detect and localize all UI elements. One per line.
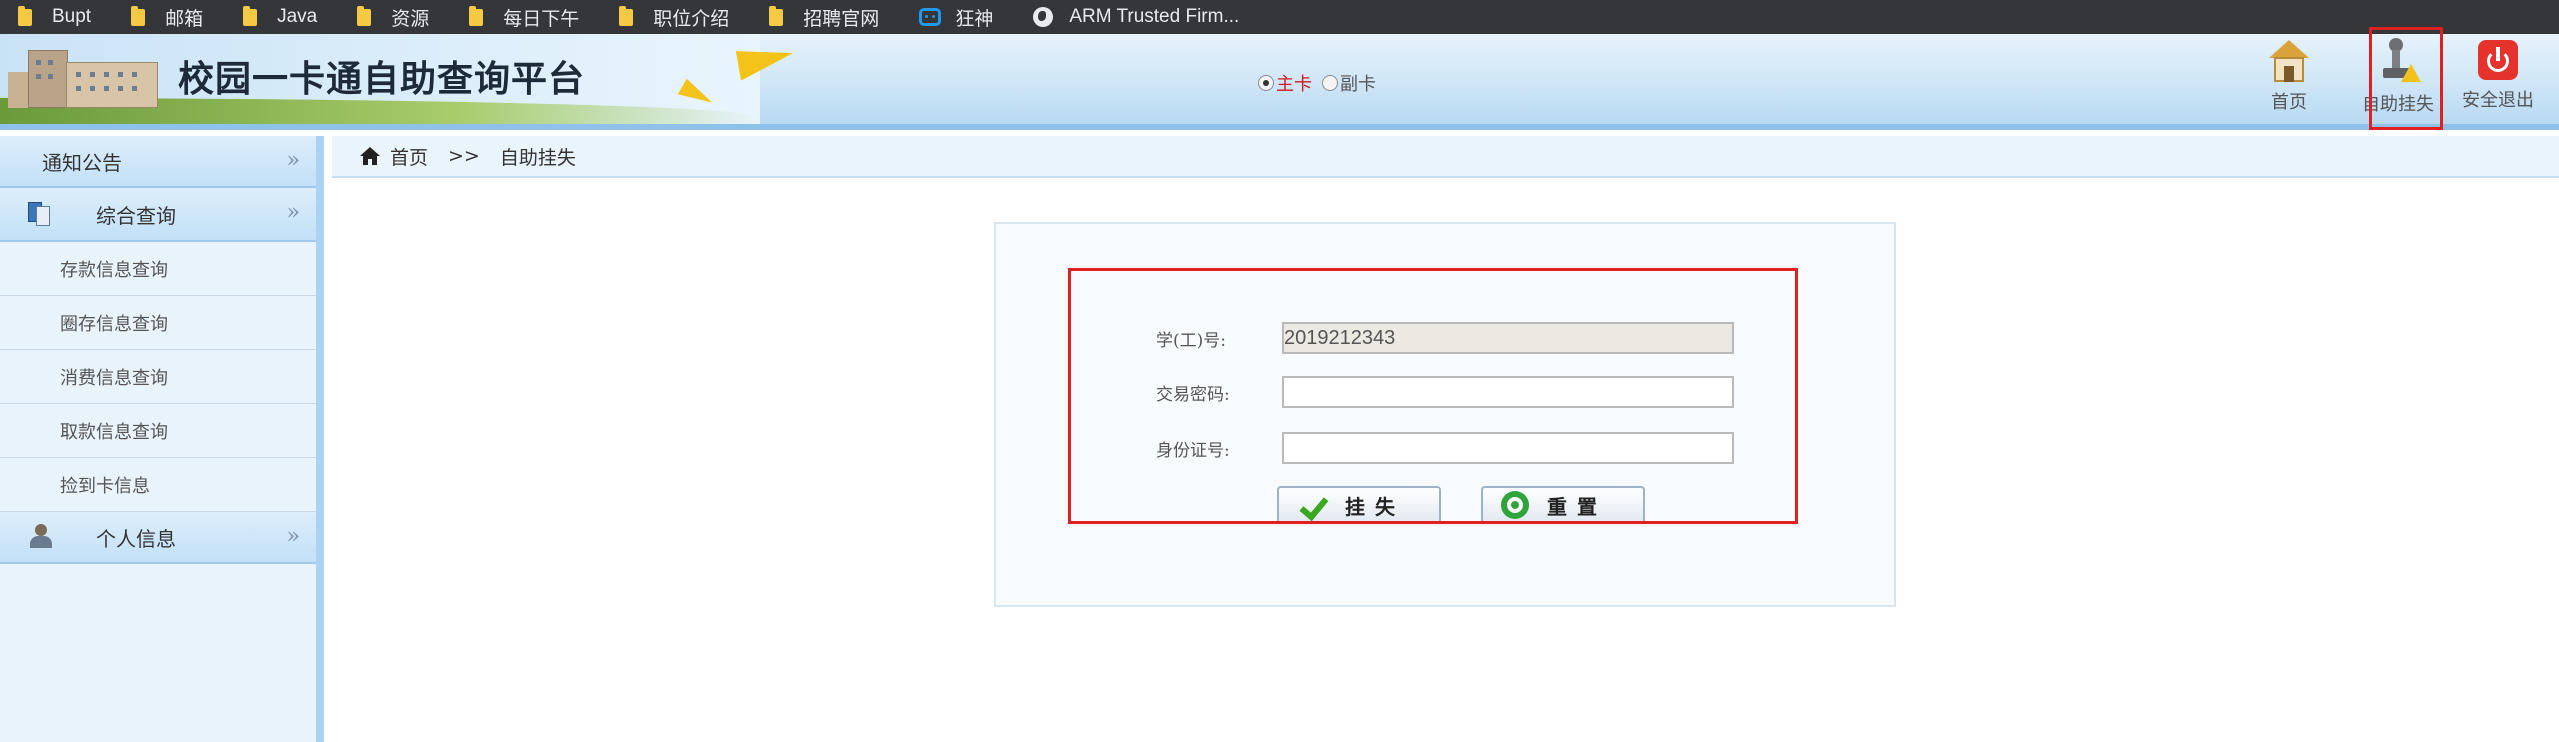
sidebar-query-label: 综合查询 [96, 203, 176, 228]
highlight-box-form [1068, 268, 1798, 524]
bookmarks-bar: Bupt 邮箱 Java 资源 每日下午 职位介绍 招聘官网 狂神 ARM Tr… [0, 0, 2559, 34]
bookmark-java[interactable]: Java [243, 5, 317, 28]
sidebar-item-deposit[interactable]: 存款信息查询 [0, 242, 316, 296]
documents-icon [28, 202, 54, 226]
sidebar-personal-label: 个人信息 [96, 526, 176, 551]
main-card-label[interactable]: 主卡 [1276, 70, 1312, 96]
bookmark-bupt[interactable]: Bupt [18, 5, 91, 28]
breadcrumb-home[interactable]: 首页 [390, 143, 428, 170]
chevron-right-icon: » [286, 148, 300, 173]
folder-icon [18, 5, 32, 26]
chevron-right-icon: » [286, 200, 300, 225]
bookmark-resources[interactable]: 资源 [357, 4, 429, 31]
campus-building-logo [8, 44, 168, 108]
home-icon [360, 147, 380, 165]
sidebar: 通知公告 » 综合查询 » 存款信息查询 圈存信息查询 消费信息查询 取款信息查… [0, 136, 324, 742]
bookmark-arm[interactable]: ARM Trusted Firm... [1033, 6, 1239, 28]
sidebar-item-withdraw[interactable]: 取款信息查询 [0, 404, 316, 458]
sidebar-query[interactable]: 综合查询 » [0, 188, 316, 242]
folder-icon [357, 5, 372, 26]
bookmark-recruit[interactable]: 招聘官网 [769, 4, 879, 31]
site-title: 校园一卡通自助查询平台 [178, 59, 586, 100]
sidebar-notice-label: 通知公告 [42, 150, 122, 175]
sidebar-personal[interactable]: 个人信息 » [0, 512, 316, 564]
breadcrumb-separator: >> [448, 145, 480, 167]
highlight-box-nav [2369, 27, 2443, 130]
nav-logout-label: 安全退出 [2462, 90, 2534, 111]
user-icon [30, 524, 52, 548]
sub-card-label[interactable]: 副卡 [1340, 70, 1376, 96]
main-card-radio[interactable] [1258, 75, 1274, 91]
home-icon [2269, 40, 2309, 82]
sidebar-item-consumption[interactable]: 消费信息查询 [0, 350, 316, 404]
folder-icon [769, 5, 784, 26]
bookmark-mail[interactable]: 邮箱 [131, 4, 203, 31]
sidebar-item-found-card[interactable]: 捡到卡信息 [0, 458, 316, 512]
breadcrumb: 首页 >> 自助挂失 [332, 136, 2559, 178]
folder-icon [619, 5, 634, 26]
site-header: 校园一卡通自助查询平台 主卡 副卡 [0, 34, 2559, 130]
sidebar-item-transfer[interactable]: 圈存信息查询 [0, 296, 316, 350]
globe-icon [1033, 7, 1054, 27]
bookmark-kuangshen[interactable]: 狂神 [919, 4, 993, 31]
bilibili-icon [919, 8, 942, 26]
sidebar-notice[interactable]: 通知公告 » [0, 136, 316, 188]
folder-icon [469, 5, 484, 26]
bookmark-daily-afternoon[interactable]: 每日下午 [469, 4, 579, 31]
bookmark-jobs[interactable]: 职位介绍 [619, 4, 729, 31]
nav-logout-button[interactable]: 安全退出 [2456, 34, 2540, 130]
breadcrumb-current: 自助挂失 [499, 146, 576, 169]
folder-icon [243, 5, 258, 26]
card-type-selector: 主卡 副卡 [1258, 70, 1376, 96]
nav-home-button[interactable]: 首页 [2266, 34, 2312, 130]
chevron-right-icon: » [286, 524, 300, 549]
nav-home-label: 首页 [2271, 92, 2307, 113]
sub-card-radio[interactable] [1322, 75, 1338, 91]
power-icon [2478, 40, 2518, 80]
folder-icon [131, 5, 146, 26]
